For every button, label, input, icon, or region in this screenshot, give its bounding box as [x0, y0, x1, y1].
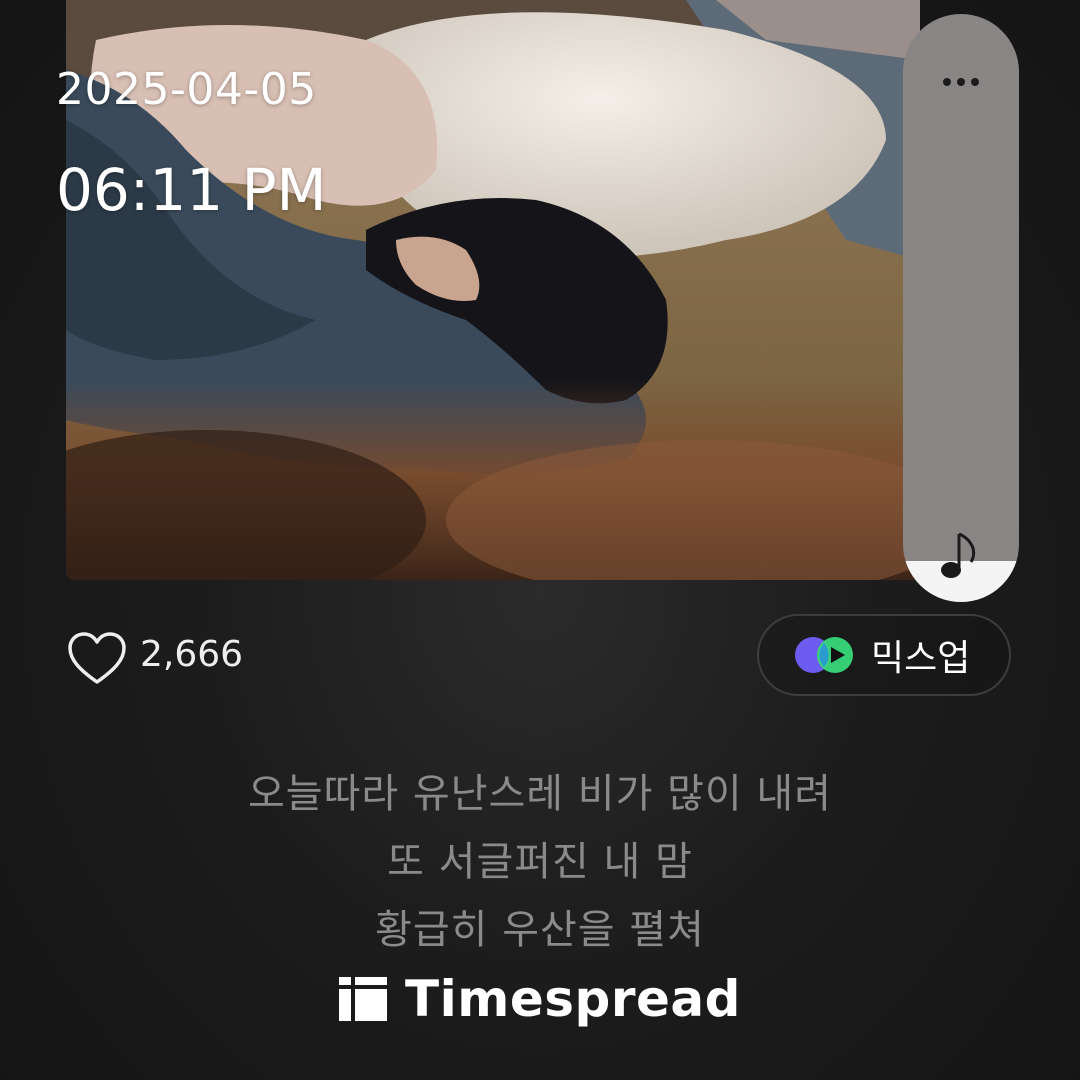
heart-outline-icon [68, 632, 126, 684]
lyric-line: 또 서글퍼진 내 맘 [387, 839, 693, 885]
mixup-button[interactable]: 믹스업 [757, 614, 1011, 696]
post-time: 06:11 PM [56, 156, 327, 224]
more-dot [957, 78, 965, 86]
lyric-line: 오늘따라 유난스레 비가 많이 내려 [247, 771, 833, 817]
like-button[interactable] [66, 630, 128, 686]
music-note-icon[interactable] [933, 528, 983, 588]
brand-name: Timespread [405, 970, 741, 1028]
post-date: 2025-04-05 [56, 64, 317, 115]
like-count: 2,666 [140, 634, 244, 675]
more-dot [971, 78, 979, 86]
brand-logo: Timespread [0, 970, 1080, 1028]
more-options-button[interactable] [903, 62, 1019, 102]
timespread-logo-icon [339, 977, 388, 1021]
mixup-label: 믹스업 [871, 638, 971, 679]
more-horizontal-icon [943, 78, 951, 86]
music-player-panel[interactable] [903, 14, 1019, 602]
lyrics-block: 오늘따라 유난스레 비가 많이 내려 또 서글퍼진 내 맘 황급히 우산을 펼쳐 [0, 766, 1080, 970]
mixup-play-icon [795, 637, 853, 673]
lyric-line: 황급히 우산을 펼쳐 [375, 907, 705, 953]
